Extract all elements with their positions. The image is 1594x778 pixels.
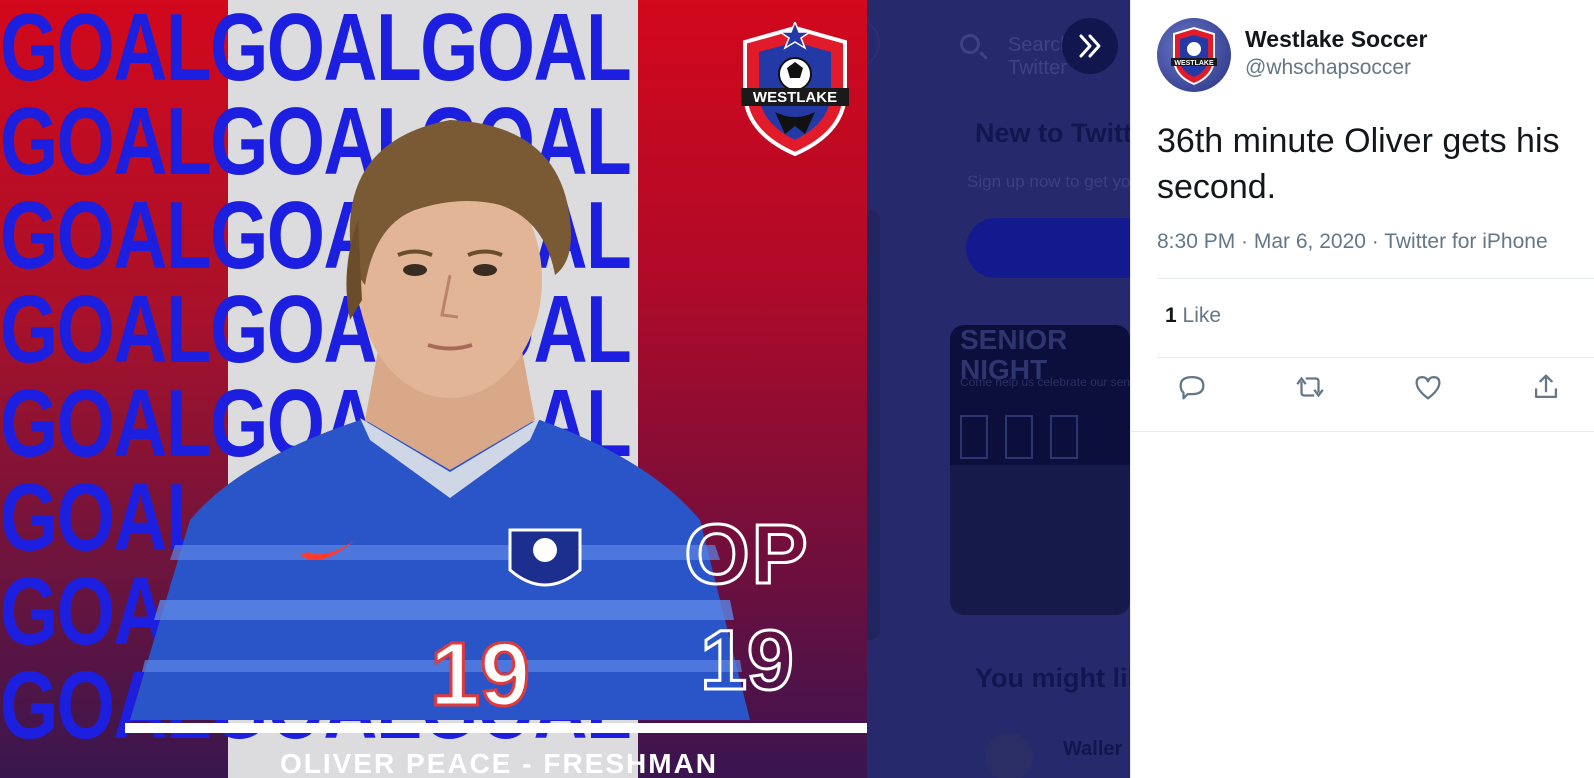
westlake-crest-logo: WESTLAKE — [741, 22, 849, 157]
player-number: 19 — [699, 613, 795, 707]
like-count: 1 — [1165, 304, 1177, 327]
like-button[interactable] — [1411, 370, 1451, 410]
goal-graphic[interactable]: GOALGOALGOAL GOALGOALGOAL GOALGOALGOAL G… — [0, 0, 867, 778]
like-label: Like — [1182, 304, 1222, 327]
background-card-sub: Come help us celebrate our seniors — [960, 375, 1130, 389]
next-media-button[interactable] — [1062, 18, 1118, 74]
like-icon — [1415, 375, 1441, 400]
retweet-button[interactable] — [1293, 370, 1333, 410]
player-photo: 19 — [130, 120, 750, 727]
avatar-crest-text: WESTLAKE — [1174, 60, 1214, 67]
caption-bar — [125, 723, 867, 733]
share-icon — [1534, 374, 1558, 399]
jersey-number: 19 — [430, 625, 530, 725]
background-suggested-name: Waller — [1063, 738, 1123, 760]
share-button[interactable] — [1529, 370, 1569, 410]
background-new-sub: Sign up now to get your own — [967, 172, 1130, 191]
media-viewer: Search Twitter New to Twitter? Sign up n… — [0, 0, 1130, 778]
background-card-photo — [1050, 415, 1078, 459]
search-icon — [960, 34, 980, 54]
avatar-crest-icon: WESTLAKE — [1171, 26, 1217, 86]
goal-text-row: GOALGOALGOAL — [0, 0, 632, 101]
double-chevron-right-icon — [1079, 34, 1101, 58]
background-card-title-1: SENIOR — [960, 325, 1068, 355]
divider — [1131, 431, 1594, 432]
reply-icon — [1179, 375, 1205, 400]
tweet-meta-text[interactable]: 8:30 PM · Mar 6, 2020 · Twitter for iPho… — [1157, 230, 1548, 253]
avatar[interactable]: WESTLAKE — [1157, 18, 1231, 92]
background-card-lower — [950, 465, 1130, 615]
reply-button[interactable] — [1175, 370, 1215, 410]
background-new-heading: New to Twitter? — [975, 118, 1130, 148]
tweet-panel: WESTLAKE Westlake Soccer @whschapsoccer … — [1130, 0, 1594, 778]
background-suggested-avatar — [985, 733, 1033, 778]
tweet-text: 36th minute Oliver gets his second. — [1157, 122, 1560, 206]
background-card-photo — [1005, 415, 1033, 459]
background-might-like: You might like — [975, 663, 1130, 693]
player-caption: OLIVER PEACE - FRESHMAN — [280, 748, 719, 778]
player-initials: OP — [683, 507, 810, 601]
divider — [1157, 278, 1594, 279]
user-handle[interactable]: @whschapsoccer — [1245, 56, 1411, 80]
divider — [1157, 357, 1594, 358]
display-name[interactable]: Westlake Soccer — [1245, 26, 1427, 53]
background-signup-button — [966, 218, 1130, 278]
retweet-icon — [1296, 376, 1324, 398]
crest-text: WESTLAKE — [753, 89, 837, 106]
like-count-link[interactable]: 1 Like — [1165, 304, 1221, 328]
background-card-photo — [960, 415, 988, 459]
tweet-actions — [1131, 370, 1594, 420]
tweet-meta: 8:30 PM · Mar 6, 2020 · Twitter for iPho… — [1157, 230, 1548, 254]
background-card: SENIOR NIGHT Come help us celebrate our s… — [950, 325, 1130, 615]
